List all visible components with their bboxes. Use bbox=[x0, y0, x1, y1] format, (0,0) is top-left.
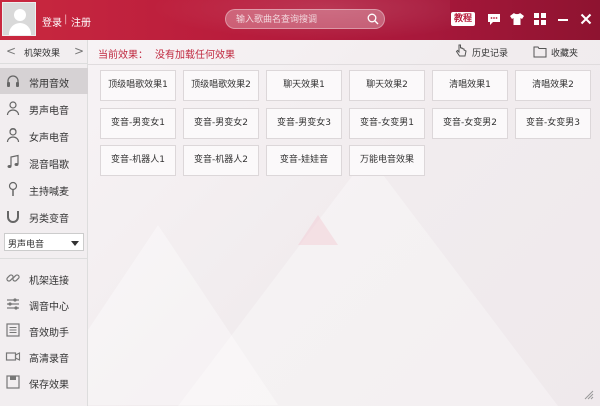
effect-button[interactable]: 聊天效果1 bbox=[266, 70, 342, 101]
sidebar-tool-tuning-center[interactable]: 调音中心 bbox=[0, 291, 88, 317]
effect-button[interactable]: 顶级唱歌效果2 bbox=[183, 70, 259, 101]
effect-button[interactable]: 顶级唱歌效果1 bbox=[100, 70, 176, 101]
favorites-button[interactable]: 收藏夹 bbox=[533, 44, 593, 60]
effect-button[interactable]: 变音-男变女1 bbox=[100, 108, 176, 139]
effect-button[interactable]: 变音-娃娃音 bbox=[266, 145, 342, 176]
voice-type-select-value: 男声电音 bbox=[8, 240, 45, 250]
history-label: 历史记录 bbox=[472, 49, 509, 59]
sidebar-tool-label: 机架连接 bbox=[29, 276, 69, 287]
register-link[interactable]: 注册 bbox=[71, 14, 91, 29]
grid-apps-icon[interactable] bbox=[532, 11, 548, 27]
current-effect-label: 当前效果： bbox=[98, 50, 148, 61]
save-icon bbox=[6, 375, 20, 389]
sidebar-tool-label: 高清录音 bbox=[29, 354, 69, 365]
sidebar-tool-save-effect[interactable]: 保存效果 bbox=[0, 369, 88, 395]
effect-button[interactable]: 变音-女变男1 bbox=[349, 108, 425, 139]
voice-type-select[interactable]: 男声电音 bbox=[4, 233, 84, 251]
sliders-icon bbox=[7, 298, 19, 310]
sidebar-item-label: 另类变音 bbox=[29, 214, 69, 225]
folder-icon bbox=[533, 46, 547, 58]
sidebar-header: < 机架效果 > bbox=[0, 40, 88, 64]
avatar-body bbox=[9, 23, 31, 35]
sidebar-tool-label: 保存效果 bbox=[29, 380, 69, 391]
effect-button[interactable]: 万能电音效果 bbox=[349, 145, 425, 176]
sidebar-item-alt-voice[interactable]: 另类变音 bbox=[0, 203, 88, 229]
effect-button[interactable]: 清唱效果1 bbox=[432, 70, 508, 101]
sidebar-title: 机架效果 bbox=[24, 49, 61, 59]
title-bar: 登录 | 注册 教程 bbox=[0, 0, 600, 40]
sidebar-item-male-electro[interactable]: 男声电音 bbox=[0, 95, 88, 121]
sidebar-item-female-electro[interactable]: 女声电音 bbox=[0, 122, 88, 148]
female-user-icon bbox=[6, 127, 20, 143]
minimize-icon[interactable] bbox=[555, 11, 571, 27]
sidebar-item-label: 常用音效 bbox=[29, 79, 69, 90]
sidebar-item-mix-singing[interactable]: 混音唱歌 bbox=[0, 149, 88, 175]
avatar-head bbox=[14, 9, 26, 21]
effect-button[interactable]: 聊天效果2 bbox=[349, 70, 425, 101]
sidebar-tool-rack-connect[interactable]: 机架连接 bbox=[0, 265, 88, 291]
tutorial-button[interactable]: 教程 bbox=[451, 12, 475, 26]
effect-button[interactable]: 清唱效果2 bbox=[515, 70, 591, 101]
forward-arrow-icon[interactable]: > bbox=[74, 44, 84, 58]
current-effect-value: 没有加载任何效果 bbox=[155, 50, 235, 61]
male-user-icon bbox=[6, 101, 20, 116]
effect-button[interactable]: 变音-机器人1 bbox=[100, 145, 176, 176]
back-arrow-icon[interactable]: < bbox=[6, 44, 16, 58]
sidebar-tool-hd-recording[interactable]: 高清录音 bbox=[0, 343, 88, 369]
main-panel: 当前效果： 没有加载任何效果 历史记录 收藏夹 顶级唱歌效果1 顶级唱歌效果2 … bbox=[88, 40, 600, 406]
sidebar-tool-effects-assistant[interactable]: 音效助手 bbox=[0, 317, 88, 343]
history-button[interactable]: 历史记录 bbox=[454, 44, 514, 60]
sidebar-item-label: 主持喊麦 bbox=[29, 187, 69, 198]
link-icon bbox=[6, 274, 20, 282]
sidebar-item-label: 女声电音 bbox=[29, 133, 69, 144]
sidebar-item-host-mc[interactable]: 主持喊麦 bbox=[0, 176, 88, 202]
effect-button[interactable]: 变音-男变女2 bbox=[183, 108, 259, 139]
search-input[interactable] bbox=[236, 12, 366, 27]
hand-pointer-icon bbox=[455, 44, 467, 57]
chevron-down-icon bbox=[71, 241, 79, 246]
search-box[interactable] bbox=[225, 9, 385, 29]
sidebar-item-label: 男声电音 bbox=[29, 106, 69, 117]
header-divider bbox=[88, 64, 600, 65]
sidebar-tool-label: 音效助手 bbox=[29, 328, 69, 339]
effect-button[interactable]: 变音-男变女3 bbox=[266, 108, 342, 139]
effect-button[interactable]: 变音-机器人2 bbox=[183, 145, 259, 176]
magnet-icon bbox=[7, 211, 19, 223]
headphones-icon bbox=[7, 75, 19, 87]
music-note-icon bbox=[7, 154, 19, 168]
record-icon bbox=[5, 352, 21, 361]
avatar[interactable] bbox=[2, 2, 36, 36]
favorites-label: 收藏夹 bbox=[551, 49, 579, 59]
close-icon[interactable] bbox=[578, 11, 594, 27]
resize-grip-icon[interactable] bbox=[584, 390, 594, 400]
effect-button[interactable]: 变音-女变男3 bbox=[515, 108, 591, 139]
sidebar-divider bbox=[0, 258, 88, 259]
sidebar-tool-label: 调音中心 bbox=[29, 302, 69, 313]
effect-button[interactable]: 变音-女变男2 bbox=[432, 108, 508, 139]
chat-icon[interactable] bbox=[486, 11, 502, 27]
login-separator: | bbox=[64, 14, 68, 25]
search-icon[interactable] bbox=[367, 13, 379, 25]
skin-shirt-icon[interactable] bbox=[509, 11, 525, 27]
microphone-icon bbox=[8, 181, 18, 196]
sidebar-item-common-effects[interactable]: 常用音效 bbox=[0, 68, 88, 94]
sidebar-item-label: 混音唱歌 bbox=[29, 160, 69, 171]
login-link[interactable]: 登录 bbox=[42, 14, 62, 29]
list-icon bbox=[6, 323, 20, 337]
sidebar: < 机架效果 > 常用音效 男声电音 女声电音 混音唱歌 主持喊麦 另类变音 男… bbox=[0, 40, 88, 406]
